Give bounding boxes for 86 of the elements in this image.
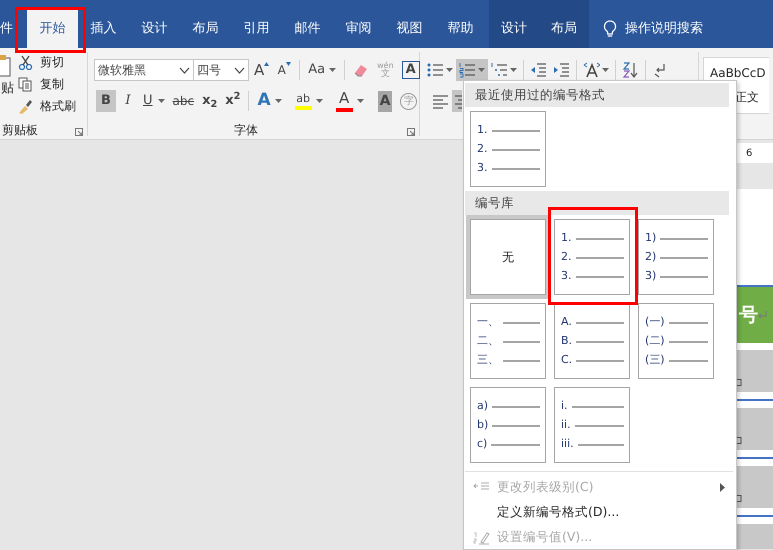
style-preview[interactable]: AaBbCcD — [710, 64, 766, 82]
font-size-field[interactable]: 四号 — [193, 59, 249, 81]
italic-button[interactable]: I — [118, 90, 138, 112]
numbering-format-option[interactable]: 无 — [470, 219, 546, 295]
sort-icon — [622, 62, 639, 78]
return-mark-icon — [758, 311, 767, 319]
table-header-text: 号 — [739, 302, 758, 328]
set-value-icon — [472, 530, 490, 544]
bullet-list-icon — [427, 62, 444, 78]
ribbon-tab[interactable]: 审阅 — [333, 10, 384, 48]
superscript-button[interactable]: x$^{2}$ — [222, 90, 244, 112]
numbering-format-option[interactable]: 1. 2. 3. — [554, 219, 630, 295]
change-case-button[interactable]: Aa — [305, 59, 340, 81]
caret-icon — [356, 99, 364, 103]
numbering-format-option[interactable]: (一) (二) (三) — [638, 303, 714, 379]
numbered-list-button[interactable] — [456, 59, 488, 81]
numbering-format-option[interactable]: 1. 2. 3. — [470, 111, 546, 187]
menu-item[interactable]: 定义新编号格式(D)... — [497, 503, 620, 522]
search-label[interactable]: 操作说明搜索 — [625, 19, 703, 39]
underline-button[interactable]: U — [140, 90, 168, 112]
clipboard-button[interactable]: 复制 — [37, 73, 67, 95]
cell-end-mark-icon — [737, 437, 742, 444]
cell-end-mark-icon — [737, 495, 742, 502]
eraser-icon — [353, 63, 370, 77]
numbered-list-icon — [459, 62, 476, 78]
character-border-button[interactable]: A — [402, 61, 420, 79]
copy-icon — [18, 76, 33, 92]
ribbon-tab[interactable]: 件 — [0, 10, 14, 48]
caret-icon — [446, 68, 453, 72]
caret-icon — [158, 99, 165, 103]
grow-font-button[interactable]: A — [251, 59, 272, 81]
caret-icon — [316, 99, 323, 103]
ribbon-tab[interactable]: 插入 — [78, 10, 129, 48]
section-header: 编号库 — [465, 191, 729, 215]
dialog-launcher-icon[interactable] — [75, 128, 83, 136]
shrink-font-button[interactable]: A — [274, 59, 294, 81]
lightbulb-icon — [603, 20, 617, 38]
chevron-down-icon — [234, 66, 245, 74]
caret-icon — [478, 68, 485, 72]
font-name-field[interactable]: 微软雅黑 — [94, 59, 194, 81]
triangle-icon — [264, 62, 270, 66]
highlight-button[interactable]: ab — [292, 90, 326, 112]
chevron-down-icon — [179, 66, 190, 74]
ribbon-tab[interactable]: 视图 — [384, 10, 435, 48]
align-left-icon — [432, 93, 449, 109]
ruler-number: 6 — [746, 146, 752, 160]
numbering-format-option[interactable]: 一、 二、 三、 — [470, 303, 546, 379]
align-center-icon — [454, 93, 462, 109]
ribbon-tab[interactable]: 布局 — [539, 10, 589, 48]
group-label: 剪贴板 — [2, 122, 38, 139]
caret-icon — [510, 68, 517, 72]
align-center-button[interactable] — [452, 90, 462, 112]
ribbon-tab[interactable]: 帮助 — [435, 10, 486, 48]
ribbon-tab[interactable]: 布局 — [180, 10, 231, 48]
caret-icon — [602, 68, 609, 72]
numbering-format-option[interactable]: 1) 2) 3) — [638, 219, 714, 295]
dialog-launcher-icon[interactable] — [407, 128, 415, 136]
numbering-format-option[interactable]: i. ii. iii. — [554, 387, 630, 463]
text-effect-button[interactable]: A — [254, 90, 285, 112]
numbering-format-option[interactable]: A. B. C. — [554, 303, 630, 379]
clipboard-button[interactable]: 格式刷 — [37, 95, 79, 117]
font-color-button[interactable]: A — [332, 90, 367, 112]
section-header: 最近使用过的编号格式 — [465, 83, 729, 107]
caret-icon — [274, 99, 282, 103]
brush-icon — [18, 98, 33, 114]
ribbon-tab[interactable]: 开始 — [27, 10, 78, 48]
ribbon-tab[interactable]: 设计 — [129, 10, 180, 48]
text-direction-icon — [583, 62, 600, 78]
multilevel-list-icon — [491, 62, 508, 78]
numbering-format-option[interactable]: a) b) c) — [470, 387, 546, 463]
paste-label[interactable]: 贴 — [1, 79, 14, 98]
ribbon-tab[interactable]: 邮件 — [282, 10, 333, 48]
increase-indent-icon — [553, 62, 570, 78]
scissors-icon — [18, 54, 33, 70]
ribbon-tab[interactable]: 引用 — [231, 10, 282, 48]
clipboard-button[interactable]: 剪切 — [37, 51, 67, 73]
caret-icon — [329, 68, 336, 72]
bold-button[interactable]: B — [96, 90, 116, 112]
decrease-indent-icon — [530, 62, 547, 78]
group-label: 字体 — [234, 122, 258, 139]
highlight-frame — [15, 7, 86, 53]
strikethrough-button[interactable]: abc — [170, 90, 198, 112]
subscript-button[interactable]: x$_{2}$ — [199, 90, 220, 112]
triangle-icon — [286, 62, 291, 66]
cell-end-mark-icon — [737, 379, 742, 386]
ribbon-tab[interactable]: 设计 — [489, 10, 539, 48]
